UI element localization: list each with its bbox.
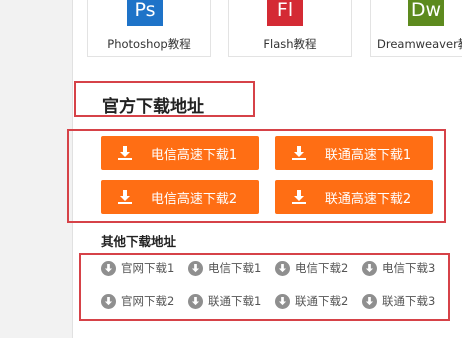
link-label: 官网下载2 [121,294,175,308]
official-download-1-link[interactable]: 官网下载1 [101,259,174,277]
app-card-photoshop[interactable]: Ps Photoshop教程 [87,0,211,57]
download-circle-icon [101,260,116,276]
button-label: 电信高速下载2 [150,191,238,207]
telecom-download-2-button[interactable]: 电信高速下载2 [101,180,259,214]
app-card-label[interactable]: Dreamweaver教 [377,36,462,52]
unicom-download-2-link[interactable]: 联通下载2 [275,292,348,310]
app-card-label[interactable]: Flash教程 [229,36,351,52]
unicom-download-3-link[interactable]: 联通下载3 [362,292,435,310]
download-icon [115,187,135,207]
button-label: 联通高速下载1 [324,147,412,163]
download-circle-icon [101,293,116,309]
official-download-2-link[interactable]: 官网下载2 [101,292,174,310]
link-label: 官网下载1 [121,261,175,275]
download-circle-icon [188,260,203,276]
download-circle-icon [188,293,203,309]
download-icon [289,187,309,207]
button-label: 电信高速下载1 [150,147,238,163]
telecom-download-2-link[interactable]: 电信下载2 [275,259,348,277]
photoshop-icon: Ps [127,0,163,26]
dreamweaver-icon: Dw [408,0,444,26]
download-circle-icon [362,293,377,309]
unicom-download-2-button[interactable]: 联通高速下载2 [275,180,433,214]
app-card-flash[interactable]: Fl Flash教程 [228,0,352,57]
unicom-download-1-button[interactable]: 联通高速下载1 [275,136,433,170]
link-label: 电信下载3 [382,261,436,275]
link-label: 联通下载3 [382,294,436,308]
flash-icon: Fl [267,0,303,26]
other-download-title: 其他下载地址 [101,234,177,249]
link-label: 联通下载2 [295,294,349,308]
download-circle-icon [275,260,290,276]
link-label: 联通下载1 [208,294,262,308]
button-label: 联通高速下载2 [324,191,412,207]
download-circle-icon [275,293,290,309]
telecom-download-3-link[interactable]: 电信下载3 [362,259,435,277]
telecom-download-1-button[interactable]: 电信高速下载1 [101,136,259,170]
telecom-download-1-link[interactable]: 电信下载1 [188,259,261,277]
download-icon [289,143,309,163]
unicom-download-1-link[interactable]: 联通下载1 [188,292,261,310]
app-card-dreamweaver[interactable]: Dw Dreamweaver教 [370,0,462,57]
download-circle-icon [362,260,377,276]
download-icon [115,143,135,163]
app-card-label[interactable]: Photoshop教程 [88,36,210,52]
official-download-title: 官方下载地址 [102,97,204,117]
link-label: 电信下载1 [208,261,262,275]
link-label: 电信下载2 [295,261,349,275]
